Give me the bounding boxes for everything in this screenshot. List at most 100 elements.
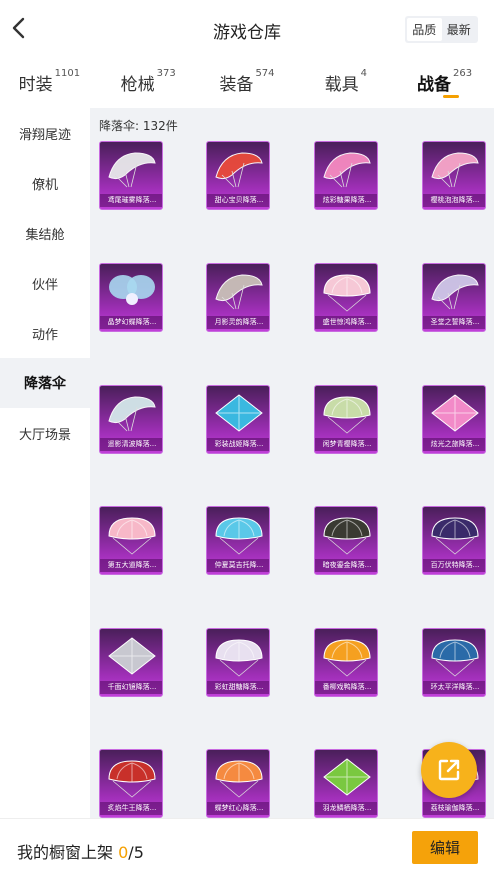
item-name: 月影灵韵降落... bbox=[207, 316, 269, 329]
parachute-item-card[interactable]: 百万伏特降落... bbox=[422, 506, 486, 575]
showcase-total: /5 bbox=[128, 843, 144, 862]
parachute-image bbox=[423, 507, 485, 563]
sidebar-item-lobby-scene[interactable]: 大厅场景 bbox=[0, 408, 90, 458]
sidebar-item-parachute[interactable]: 降落伞 bbox=[0, 358, 90, 408]
item-name: 晶梦幻蝶降落... bbox=[100, 316, 162, 329]
item-name: 圣堂之誓降落... bbox=[423, 316, 485, 329]
parachute-item-card[interactable]: 环太平洋降落... bbox=[422, 628, 486, 697]
item-name: 千面幻镜降落... bbox=[100, 681, 162, 694]
sidebar-item-rally-pod[interactable]: 集结舱 bbox=[0, 208, 90, 258]
item-name: 炫彩糖果降落... bbox=[315, 194, 377, 207]
tab-label: 装备 bbox=[219, 75, 254, 95]
sort-newest-option[interactable]: 最新 bbox=[442, 18, 477, 41]
sidebar-item-wingman[interactable]: 僚机 bbox=[0, 158, 90, 208]
tab-count: 4 bbox=[360, 68, 367, 79]
sidebar-item-companion[interactable]: 伙伴 bbox=[0, 258, 90, 308]
sort-quality-option[interactable]: 品质 bbox=[407, 18, 442, 41]
active-tab-indicator bbox=[442, 95, 459, 98]
parachute-item-card[interactable]: 炙焰牛王降落... bbox=[99, 749, 163, 818]
tab-label: 时装 bbox=[18, 75, 53, 95]
tab-equipment[interactable]: 装备 574 bbox=[198, 58, 297, 108]
parachute-image bbox=[315, 750, 377, 806]
sort-toggle[interactable]: 品质 最新 bbox=[405, 16, 478, 43]
parachute-item-card[interactable]: 樱桃泡泡降落... bbox=[422, 141, 486, 210]
parachute-image bbox=[207, 264, 269, 320]
parachute-image bbox=[315, 629, 377, 685]
item-name: 第五大道降落... bbox=[100, 559, 162, 572]
item-name: 盛世惊鸿降落... bbox=[315, 316, 377, 329]
item-name: 蝶梦红心降落... bbox=[207, 802, 269, 815]
bottom-bar: 我的橱窗上架 0/5 编辑 bbox=[0, 818, 494, 875]
item-count-label: 降落伞: 132件 bbox=[99, 119, 178, 133]
parachute-image bbox=[207, 386, 269, 442]
parachute-item-card[interactable]: 彩装战姬降落... bbox=[206, 385, 270, 454]
item-name: 甜心宝贝降落... bbox=[207, 194, 269, 207]
parachute-image bbox=[207, 629, 269, 685]
item-name: 彩装战姬降落... bbox=[207, 438, 269, 451]
parachute-image bbox=[100, 386, 162, 442]
parachute-item-card[interactable]: 炫光之旅降落... bbox=[422, 385, 486, 454]
sidebar-item-emote[interactable]: 动作 bbox=[0, 308, 90, 358]
parachute-item-card[interactable]: 炫彩糖果降落... bbox=[314, 141, 378, 210]
parachute-item-card[interactable]: 千面幻镜降落... bbox=[99, 628, 163, 697]
item-name: 羽龙鳞栖降落... bbox=[315, 802, 377, 815]
sidebar: 滑翔尾迹 僚机 集结舱 伙伴 动作 降落伞 大厅场景 bbox=[0, 108, 90, 828]
parachute-item-card[interactable]: 甜心宝贝降落... bbox=[206, 141, 270, 210]
item-name: 炫光之旅降落... bbox=[423, 438, 485, 451]
parachute-item-card[interactable]: 羽龙鳞栖降落... bbox=[314, 749, 378, 818]
item-name: 遥影清波降落... bbox=[100, 438, 162, 451]
parachute-item-card[interactable]: 蝶梦红心降落... bbox=[206, 749, 270, 818]
parachute-item-card[interactable]: 仲夏莫吉托降... bbox=[206, 506, 270, 575]
parachute-item-card[interactable]: 番柳戏鸭降落... bbox=[314, 628, 378, 697]
parachute-item-card[interactable]: 暗夜鎏金降落... bbox=[314, 506, 378, 575]
tab-fashion[interactable]: 时装 1101 bbox=[0, 58, 99, 108]
parachute-item-card[interactable]: 遥影清波降落... bbox=[99, 385, 163, 454]
category-tabs: 时装 1101 枪械 373 装备 574 载具 4 战备 263 bbox=[0, 58, 494, 108]
parachute-image bbox=[315, 142, 377, 198]
tab-label: 载具 bbox=[324, 75, 359, 95]
parachute-item-card[interactable]: 晶梦幻蝶降落... bbox=[99, 263, 163, 332]
parachute-image bbox=[100, 142, 162, 198]
parachute-item-card[interactable]: 盛世惊鸿降落... bbox=[314, 263, 378, 332]
tab-weapons[interactable]: 枪械 373 bbox=[99, 58, 198, 108]
parachute-image bbox=[423, 142, 485, 198]
parachute-image bbox=[423, 629, 485, 685]
tab-battle-gear[interactable]: 战备 263 bbox=[395, 58, 494, 108]
parachute-image bbox=[315, 386, 377, 442]
item-name: 百万伏特降落... bbox=[423, 559, 485, 572]
share-icon bbox=[438, 759, 460, 781]
parachute-image bbox=[100, 507, 162, 563]
item-name: 鸢尾璀雾降落... bbox=[100, 194, 162, 207]
edit-button[interactable]: 编辑 bbox=[412, 831, 478, 864]
share-button[interactable] bbox=[421, 742, 477, 798]
sidebar-item-glide-trail[interactable]: 滑翔尾迹 bbox=[0, 108, 90, 158]
item-name: 番柳戏鸭降落... bbox=[315, 681, 377, 694]
parachute-image bbox=[100, 264, 162, 320]
parachute-image bbox=[423, 264, 485, 320]
parachute-image bbox=[315, 264, 377, 320]
showcase-current: 0 bbox=[118, 843, 129, 862]
parachute-item-card[interactable]: 鸢尾璀雾降落... bbox=[99, 141, 163, 210]
parachute-image bbox=[207, 750, 269, 806]
parachute-image bbox=[207, 507, 269, 563]
parachute-image bbox=[315, 507, 377, 563]
header: 游戏仓库 品质 最新 bbox=[0, 0, 494, 58]
tab-count: 263 bbox=[453, 68, 473, 79]
item-name: 荔枝瑜伽降落... bbox=[423, 802, 485, 815]
tab-vehicles[interactable]: 载具 4 bbox=[296, 58, 395, 108]
showcase-label: 我的橱窗上架 bbox=[17, 843, 114, 862]
item-name: 炙焰牛王降落... bbox=[100, 802, 162, 815]
parachute-item-card[interactable]: 圣堂之誓降落... bbox=[422, 263, 486, 332]
parachute-item-card[interactable]: 彩虹甜糖降落... bbox=[206, 628, 270, 697]
tab-count: 574 bbox=[255, 68, 275, 79]
parachute-item-card[interactable]: 月影灵韵降落... bbox=[206, 263, 270, 332]
item-grid-area[interactable]: 降落伞: 132件 鸢尾璀雾降落... 甜心宝贝降落... 炫彩糖果降落... 樱桃泡… bbox=[90, 108, 494, 828]
item-name: 仲夏莫吉托降... bbox=[207, 559, 269, 572]
item-name: 暗夜鎏金降落... bbox=[315, 559, 377, 572]
item-name: 闲梦青樱降落... bbox=[315, 438, 377, 451]
item-name: 环太平洋降落... bbox=[423, 681, 485, 694]
parachute-item-card[interactable]: 闲梦青樱降落... bbox=[314, 385, 378, 454]
showcase-status: 我的橱窗上架 0/5 bbox=[17, 839, 144, 863]
parachute-item-card[interactable]: 第五大道降落... bbox=[99, 506, 163, 575]
parachute-image bbox=[100, 629, 162, 685]
